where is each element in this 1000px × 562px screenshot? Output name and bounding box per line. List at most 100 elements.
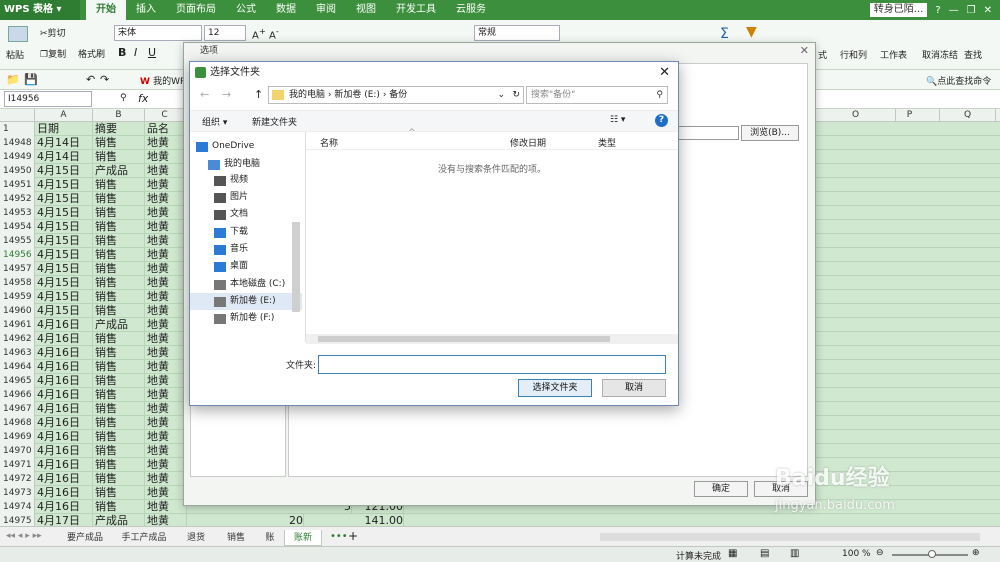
cell-summary[interactable]: 销售 <box>95 486 145 500</box>
sheet-tab-3[interactable]: 销售 <box>216 530 256 546</box>
search-input[interactable]: 搜索"备份" ⚲ <box>526 86 668 104</box>
cell-product[interactable]: 地黄 <box>147 486 187 500</box>
italic-button[interactable]: I <box>134 46 137 59</box>
cell-summary[interactable]: 销售 <box>95 248 145 262</box>
doc-tab[interactable]: W 我的WP <box>140 74 185 87</box>
cell-product[interactable]: 地黄 <box>147 192 187 206</box>
cell-summary[interactable]: 销售 <box>95 388 145 402</box>
cell-product[interactable]: 地黄 <box>147 472 187 486</box>
cell-summary[interactable]: 销售 <box>95 472 145 486</box>
redo-icon[interactable]: ↷ <box>100 73 109 86</box>
cell-date[interactable]: 4月15日 <box>37 192 93 206</box>
row-number[interactable]: 14975 <box>0 514 35 526</box>
cell-date[interactable]: 4月16日 <box>37 444 93 458</box>
cell-product[interactable]: 地黄 <box>147 220 187 234</box>
sheet-tab-4[interactable]: 账 <box>256 530 284 546</box>
cell-summary[interactable]: 销售 <box>95 220 145 234</box>
number-format-select[interactable]: 常规 <box>474 25 560 41</box>
options-close-icon[interactable]: ✕ <box>800 44 809 57</box>
cell-date[interactable]: 4月16日 <box>37 374 93 388</box>
cell-summary[interactable]: 销售 <box>95 444 145 458</box>
cell-date[interactable]: 4月15日 <box>37 164 93 178</box>
nav-item[interactable]: 我的电脑 <box>190 156 302 173</box>
col-header-p[interactable]: P <box>880 109 940 122</box>
cell-summary[interactable]: 销售 <box>95 430 145 444</box>
row-number[interactable]: 14961 <box>0 318 35 332</box>
cell-date[interactable]: 4月16日 <box>37 500 93 514</box>
cell-summary[interactable]: 销售 <box>95 346 145 360</box>
cell-summary[interactable]: 销售 <box>95 500 145 514</box>
cell-product[interactable]: 地黄 <box>147 262 187 276</box>
tab-view[interactable]: 视图 <box>346 0 386 20</box>
row-number[interactable]: 14963 <box>0 346 35 360</box>
cell-date[interactable]: 4月15日 <box>37 248 93 262</box>
sheet-horizontal-scrollbar[interactable] <box>600 533 980 541</box>
options-cancel-button[interactable]: 取消 <box>754 481 808 497</box>
zoom-icon[interactable]: ⚲ <box>120 93 127 103</box>
select-folder-button[interactable]: 选择文件夹 <box>518 379 592 397</box>
nav-item[interactable]: 新加卷 (F:) <box>190 310 302 327</box>
cell-date[interactable]: 4月14日 <box>37 136 93 150</box>
cell-date[interactable]: 4月16日 <box>37 486 93 500</box>
cell-product[interactable]: 地黄 <box>147 150 187 164</box>
cell-date[interactable]: 4月15日 <box>37 276 93 290</box>
copy-button[interactable]: ❐复制 <box>40 47 66 60</box>
format-painter-button[interactable]: 格式刷 <box>78 47 105 60</box>
cell-product[interactable]: 地黄 <box>147 374 187 388</box>
sheet-nav-icons[interactable]: ◂◂ ◂ ▸ ▸▸ <box>6 531 42 541</box>
minimize-icon[interactable]: — <box>949 5 959 16</box>
col-header-a[interactable]: A <box>35 109 93 122</box>
nav-item[interactable]: 音乐 <box>190 241 302 258</box>
cell-product[interactable]: 地黄 <box>147 136 187 150</box>
cell-date[interactable]: 4月14日 <box>37 150 93 164</box>
filter-icon[interactable]: ▼ <box>746 24 757 40</box>
crumb-backup[interactable]: 备份 <box>389 90 407 100</box>
cell-summary[interactable]: 销售 <box>95 150 145 164</box>
cell-summary[interactable]: 销售 <box>95 262 145 276</box>
cell-date[interactable]: 4月16日 <box>37 402 93 416</box>
zoom-in-icon[interactable]: ⊕ <box>972 548 980 558</box>
cell-summary[interactable]: 产成品 <box>95 164 145 178</box>
zoom-level[interactable]: 100 % <box>842 549 871 559</box>
font-size-select[interactable]: 12 <box>204 25 246 41</box>
cell-summary[interactable]: 销售 <box>95 178 145 192</box>
cell-product[interactable]: 地黄 <box>147 346 187 360</box>
cell-summary[interactable]: 销售 <box>95 332 145 346</box>
tab-data[interactable]: 数据 <box>266 0 306 20</box>
add-sheet-icon[interactable]: + <box>348 529 358 543</box>
row-number[interactable]: 14971 <box>0 458 35 472</box>
help-icon[interactable]: ? <box>935 5 940 16</box>
cell-date[interactable]: 4月15日 <box>37 220 93 234</box>
row-number[interactable]: 14966 <box>0 388 35 402</box>
row-number[interactable]: 14953 <box>0 206 35 220</box>
crumb-my-computer[interactable]: 我的电脑 <box>289 90 325 100</box>
crumb-drive-e[interactable]: 新加卷 (E:) <box>334 90 380 100</box>
row-number[interactable]: 14967 <box>0 402 35 416</box>
cell-summary[interactable]: 产成品 <box>95 318 145 332</box>
cell-product[interactable]: 地黄 <box>147 416 187 430</box>
font-grow-button[interactable]: A+ A- <box>252 26 279 41</box>
cell-date[interactable]: 4月16日 <box>37 472 93 486</box>
cell-product[interactable]: 地黄 <box>147 500 187 514</box>
zoom-slider-thumb[interactable] <box>928 550 936 558</box>
cell-product[interactable]: 地黄 <box>147 304 187 318</box>
cell-summary[interactable]: 销售 <box>95 458 145 472</box>
row-number[interactable]: 14948 <box>0 136 35 150</box>
cell-date[interactable]: 4月15日 <box>37 206 93 220</box>
row-number[interactable]: 14950 <box>0 164 35 178</box>
nav-scrollbar[interactable] <box>292 222 300 312</box>
sheet-tab-2[interactable]: 退货 <box>176 530 216 546</box>
sheet-tab-5[interactable]: 账新 <box>284 530 322 546</box>
freeze-panes-button[interactable]: 取消冻结 <box>922 48 958 61</box>
cell-summary[interactable]: 销售 <box>95 136 145 150</box>
nav-item[interactable]: 图片 <box>190 189 302 206</box>
row-number[interactable]: 14949 <box>0 150 35 164</box>
row-number[interactable]: 1 <box>0 122 35 136</box>
nav-item[interactable]: 本地磁盘 (C:) <box>190 276 302 293</box>
cell-product[interactable]: 地黄 <box>147 402 187 416</box>
cell-date[interactable]: 4月15日 <box>37 262 93 276</box>
header-summary[interactable]: 摘要 <box>95 122 145 136</box>
col-header-b[interactable]: B <box>93 109 145 122</box>
row-number[interactable]: 14951 <box>0 178 35 192</box>
folder-cancel-button[interactable]: 取消 <box>602 379 666 397</box>
